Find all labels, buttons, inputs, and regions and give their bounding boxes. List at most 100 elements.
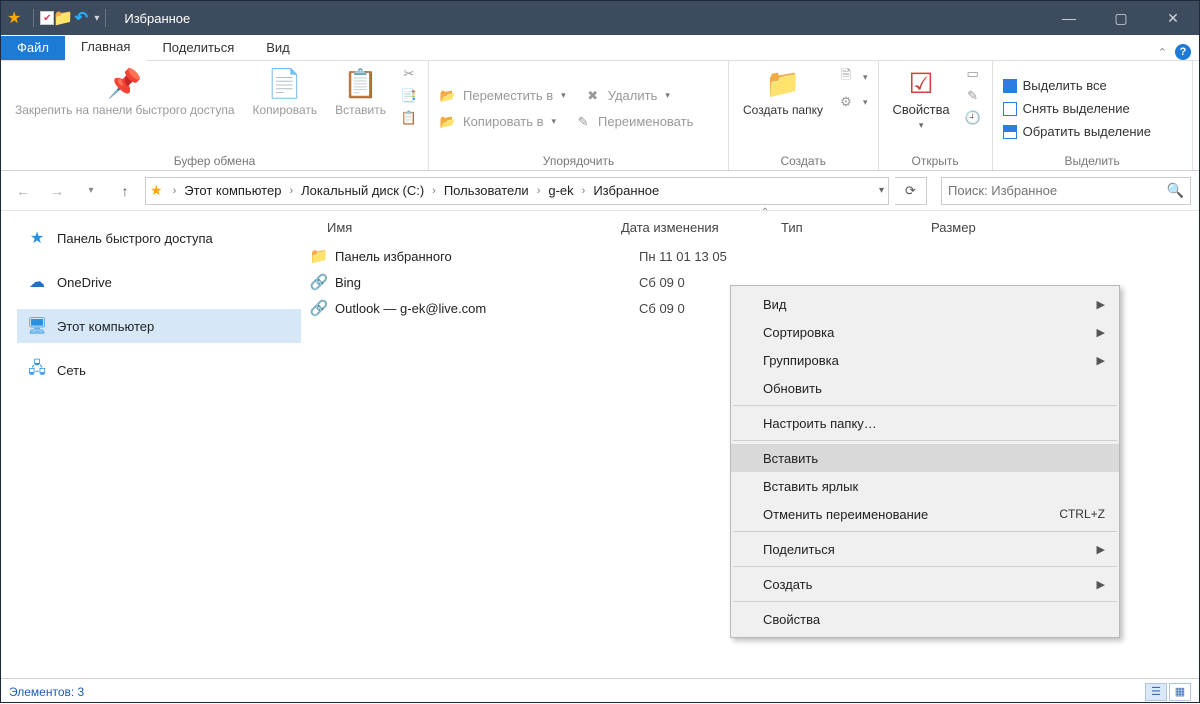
pin-quickaccess-button[interactable]: 📌 Закрепить на панели быстрого доступа [9,65,241,119]
forward-button[interactable]: → [43,177,71,205]
breadcrumb-item[interactable]: g-ek [544,183,577,198]
address-dropdown-icon[interactable]: ▾ [879,185,884,196]
ctx-paste-shortcut[interactable]: Вставить ярлык [731,472,1119,500]
pc-icon: 🖥 [27,316,47,336]
quick-access-toolbar: ★ ✔ 📁 ↶ ▾ [1,8,112,28]
favorites-star-icon: ★ [7,8,21,28]
icons-view-button[interactable]: ▦ [1169,683,1191,701]
paste-icon: 📋 [343,67,378,101]
breadcrumb-item[interactable]: Этот компьютер [180,183,285,198]
edit-icon: ✎ [964,88,982,104]
move-to-button[interactable]: 📂Переместить в▾ [437,87,568,105]
collapse-ribbon-icon[interactable]: ⌃ [1158,46,1167,59]
open-button[interactable]: ▭ [962,65,984,83]
maximize-button[interactable]: ▢ [1095,1,1147,35]
new-folder-qat-icon[interactable]: 📁 [54,9,72,27]
select-all-button[interactable]: Выделить все [1001,77,1109,94]
invert-selection-button[interactable]: Обратить выделение [1001,123,1153,140]
copy-to-button[interactable]: 📂Копировать в▾ [437,113,558,131]
sidebar-item-thispc[interactable]: 🖥Этот компьютер [17,309,301,343]
ctx-sort[interactable]: Сортировка▶ [731,318,1119,346]
separator [733,405,1117,406]
tab-home[interactable]: Главная [65,35,146,61]
file-row[interactable]: 📁 Панель избранного Пн 11 01 13 05 [301,243,1199,269]
column-name[interactable]: Имя [301,220,621,235]
breadcrumb-item[interactable]: Пользователи [440,183,533,198]
tab-share[interactable]: Поделиться [146,36,250,60]
new-folder-button[interactable]: 📁 Создать папку [737,65,829,119]
help-icon[interactable]: ? [1175,44,1191,60]
tab-file[interactable]: Файл [1,36,65,60]
minimize-button[interactable]: — [1043,1,1095,35]
details-view-button[interactable]: ☰ [1145,683,1167,701]
search-icon[interactable]: 🔍 [1167,182,1184,199]
ctx-group[interactable]: Группировка▶ [731,346,1119,374]
rename-button[interactable]: ✎Переименовать [572,113,695,131]
separator [733,440,1117,441]
qat-customize-chevron[interactable]: ▾ [94,13,99,24]
properties-qat-icon[interactable]: ✔ [40,11,54,25]
ctx-refresh[interactable]: Обновить [731,374,1119,402]
separator [33,9,34,27]
quickaccess-icon: ★ [27,228,47,248]
copy-button[interactable]: 📄 Копировать [247,65,324,119]
submenu-arrow-icon: ▶ [1097,326,1105,339]
sort-indicator-icon: ⌃ [761,207,769,218]
properties-icon: ☑ [909,67,934,101]
ctx-view[interactable]: Вид▶ [731,290,1119,318]
context-menu: Вид▶ Сортировка▶ Группировка▶ Обновить Н… [730,285,1120,638]
moveto-icon: 📂 [439,88,457,104]
window-title: Избранное [124,11,190,26]
select-none-button[interactable]: Снять выделение [1001,100,1132,117]
sidebar-item-onedrive[interactable]: ☁OneDrive [17,265,301,299]
ctx-share[interactable]: Поделиться▶ [731,535,1119,563]
ctx-customize-folder[interactable]: Настроить папку… [731,409,1119,437]
properties-button[interactable]: ☑ Свойства▾ [887,65,956,134]
column-size[interactable]: Размер [931,220,1031,235]
rename-icon: ✎ [574,114,592,130]
breadcrumb-item[interactable]: Избранное [589,183,663,198]
url-icon: 🔗 [309,273,329,291]
ctx-paste[interactable]: Вставить [731,444,1119,472]
submenu-arrow-icon: ▶ [1097,578,1105,591]
tab-view[interactable]: Вид [250,36,306,60]
edit-button[interactable]: ✎ [962,87,984,105]
group-caption: Выделить [1001,152,1184,168]
separator [733,601,1117,602]
column-type[interactable]: Тип [781,220,931,235]
ctx-undo-rename[interactable]: Отменить переименованиеCTRL+Z [731,500,1119,528]
breadcrumb-sep: › [169,185,181,197]
separator [733,566,1117,567]
address-bar[interactable]: ★ › Этот компьютер › Локальный диск (C:)… [145,177,889,205]
submenu-arrow-icon: ▶ [1097,543,1105,556]
ctx-properties[interactable]: Свойства [731,605,1119,633]
new-item-button[interactable]: 🗎▾ [835,65,870,89]
up-button[interactable]: ↑ [111,177,139,205]
sidebar-item-network[interactable]: 🖧Сеть [17,353,301,387]
search-input[interactable] [948,183,1167,198]
sidebar-item-quickaccess[interactable]: ★Панель быстрого доступа [17,221,301,255]
cut-button[interactable]: ✂ [398,65,420,83]
recent-dropdown[interactable]: ▾ [77,177,105,205]
group-caption: Создать [737,152,870,168]
separator [733,531,1117,532]
close-button[interactable]: ✕ [1147,1,1199,35]
url-icon: 🔗 [309,299,329,317]
invert-selection-icon [1003,125,1017,139]
paste-shortcut-button[interactable]: 📋 [398,109,420,127]
paste-button[interactable]: 📋 Вставить [329,65,392,119]
breadcrumb-item[interactable]: Локальный диск (C:) [297,183,428,198]
delete-button[interactable]: ✖Удалить▾ [582,87,672,105]
back-button[interactable]: ← [9,177,37,205]
refresh-button[interactable]: ⟳ [895,177,927,205]
undo-qat-icon[interactable]: ↶ [72,9,90,27]
easy-access-button[interactable]: ⚙▾ [835,93,870,111]
copypath-button[interactable]: 📑 [398,87,420,105]
select-none-icon [1003,102,1017,116]
ctx-create[interactable]: Создать▶ [731,570,1119,598]
column-date[interactable]: Дата изменения [621,220,781,235]
history-button[interactable]: 🕘 [962,109,984,127]
breadcrumb-sep: › [578,185,590,197]
search-box[interactable]: 🔍 [941,177,1191,205]
pin-icon: 📌 [107,67,142,101]
